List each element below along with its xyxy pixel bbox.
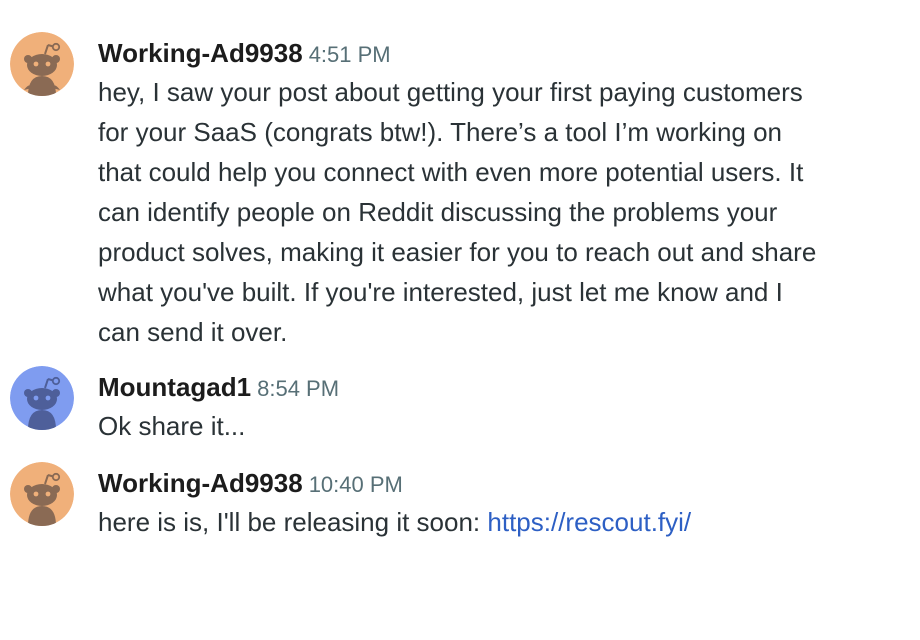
timestamp: 10:40 PM [308,472,403,497]
message-text: here is is, I'll be releasing it soon: h… [98,502,908,542]
message-content: Working-Ad9938 4:51 PM hey, I saw your po… [98,36,908,352]
timestamp: 4:51 PM [308,42,391,67]
username[interactable]: Working-Ad9938 [98,38,303,68]
reddit-snoo-avatar-icon [10,366,74,430]
username[interactable]: Mountagad1 [98,372,251,402]
timestamp: 8:54 PM [257,376,340,401]
message-link[interactable]: https://rescout.fyi/ [487,507,691,537]
username[interactable]: Working-Ad9938 [98,468,303,498]
message-text-prefix: here is is, I'll be releasing it soon: [98,507,488,537]
message-header: Working-Ad9938 10:40 PM [98,466,908,500]
message-text: Ok share it... [98,411,246,441]
reddit-snoo-avatar-icon [10,462,74,526]
message-content: Working-Ad9938 10:40 PM here is is, I'll … [98,466,908,542]
user-avatar[interactable] [10,462,74,526]
message-text: hey, I saw your post about getting your … [98,77,817,347]
message-header: Working-Ad9938 4:51 PM [98,36,908,70]
reddit-snoo-avatar-icon [10,32,74,96]
user-avatar[interactable] [10,366,74,430]
user-avatar[interactable] [10,32,74,96]
message-header: Mountagad1 8:54 PM [98,370,908,404]
chat-thread: Working-Ad9938 4:51 PM hey, I saw your po… [0,0,920,640]
message-content: Mountagad1 8:54 PM Ok share it... [98,370,908,446]
